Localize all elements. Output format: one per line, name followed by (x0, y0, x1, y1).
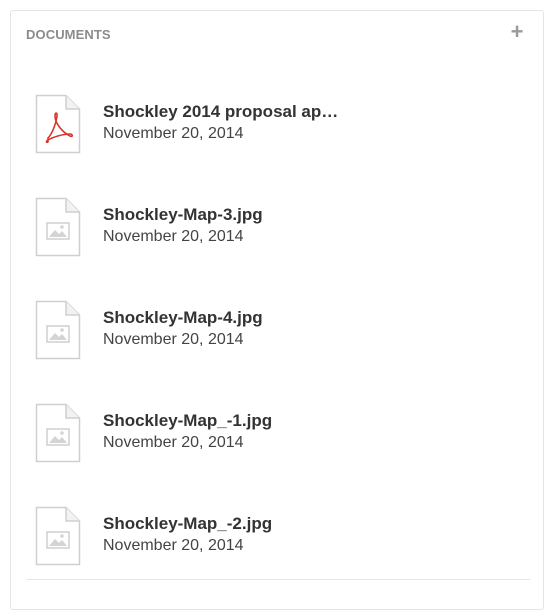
document-name[interactable]: Shockley-Map-4.jpg (103, 308, 263, 328)
document-item[interactable]: Shockley-Map_-2.jpg November 20, 2014 (11, 504, 543, 607)
list-divider (26, 579, 530, 580)
add-document-button[interactable]: + (507, 21, 527, 43)
document-name[interactable]: Shockley-Map_-2.jpg (103, 514, 272, 534)
document-list: Shockley 2014 proposal ap… November 20, … (11, 92, 543, 607)
document-date: November 20, 2014 (103, 228, 244, 245)
image-file-icon (35, 403, 81, 463)
image-file-icon (35, 197, 81, 257)
document-name[interactable]: Shockley-Map_-1.jpg (103, 411, 272, 431)
document-date: November 20, 2014 (103, 537, 244, 554)
image-file-icon (35, 300, 81, 360)
panel-title: DOCUMENTS (26, 27, 111, 42)
document-item[interactable]: Shockley 2014 proposal ap… November 20, … (11, 92, 543, 195)
document-date: November 20, 2014 (103, 331, 244, 348)
document-date: November 20, 2014 (103, 125, 244, 142)
document-item[interactable]: Shockley-Map_-1.jpg November 20, 2014 (11, 401, 543, 504)
document-name[interactable]: Shockley 2014 proposal ap… (103, 102, 338, 122)
pdf-file-icon (35, 94, 81, 154)
panel-header: DOCUMENTS + (11, 11, 543, 57)
documents-panel: DOCUMENTS + Shockley 2014 proposal ap… N… (10, 10, 544, 610)
document-name[interactable]: Shockley-Map-3.jpg (103, 205, 263, 225)
document-date: November 20, 2014 (103, 434, 244, 451)
document-item[interactable]: Shockley-Map-3.jpg November 20, 2014 (11, 195, 543, 298)
image-file-icon (35, 506, 81, 566)
document-item[interactable]: Shockley-Map-4.jpg November 20, 2014 (11, 298, 543, 401)
